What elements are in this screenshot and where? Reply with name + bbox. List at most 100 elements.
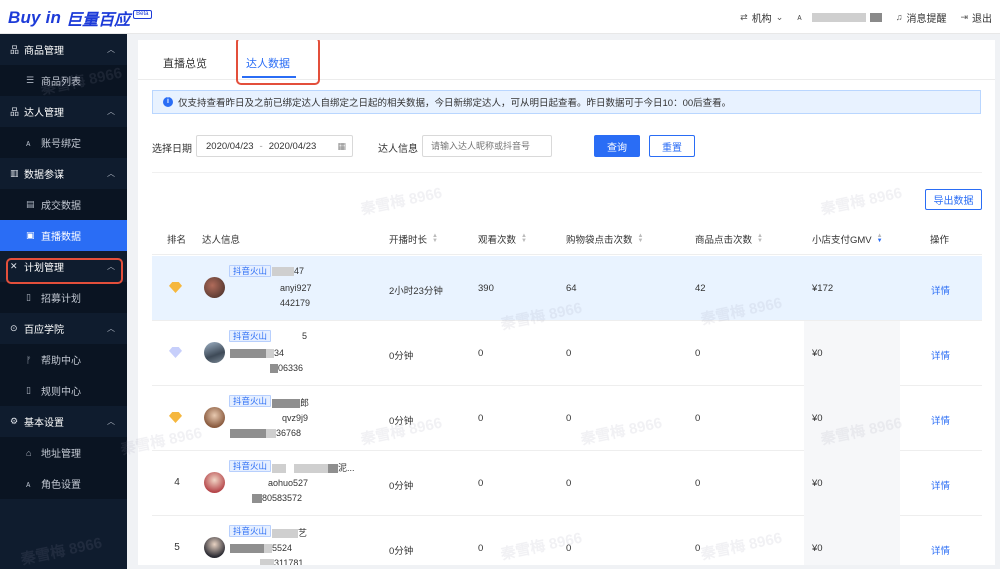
col-product-clicks[interactable]: 商品点击次数 ▲ ▼ [695, 232, 763, 246]
logo[interactable]: Buy in 巨量百应 Beta [8, 6, 152, 30]
sidebar-item-label: 地址管理 [41, 449, 81, 460]
chevron-up-icon: ︿ [107, 45, 115, 54]
sidebar-group-talents[interactable]: 品 达人管理 ︿ [0, 96, 127, 127]
gold-medal-icon [169, 282, 182, 293]
col-duration[interactable]: 开播时长 ▲ ▼ [389, 232, 438, 246]
table-row[interactable]: 5 抖音火山 艺 5524 311781 0分钟 0 0 0 ¥0 详情 [152, 516, 982, 565]
talent-name-text: 郎 [300, 398, 310, 408]
bag-clicks-cell: 64 [566, 283, 577, 294]
sidebar-item-roles[interactable]: ᴀ 角色设置 [0, 468, 127, 499]
user-account[interactable]: ᴀ [797, 12, 882, 22]
sidebar-item-account-binding[interactable]: ᴀ 账号绑定 [0, 127, 127, 158]
talent-name-text: 艺 [298, 528, 308, 538]
privacy-mask [266, 349, 274, 359]
tab-talent-data[interactable]: 达人数据 [246, 55, 290, 71]
detail-link[interactable]: 详情 [931, 543, 950, 557]
sidebar-item-recruit-plan[interactable]: ▯ 招募计划 [0, 282, 127, 313]
notify-link[interactable]: ♫ 消息提醒 [896, 10, 947, 25]
chevron-up-icon: ︿ [107, 324, 115, 333]
product-clicks-cell: 42 [695, 283, 706, 294]
talent-name: 47 [272, 266, 305, 277]
sidebar-group-settings[interactable]: ⚙ 基本设置 ︿ [0, 406, 127, 437]
sidebar-item-rule-center[interactable]: ▯ 规则中心 [0, 375, 127, 406]
logout-link[interactable]: ⇥ 退出 [960, 10, 992, 25]
export-button[interactable]: 导出数据 [925, 189, 982, 210]
bag-clicks-cell: 0 [566, 413, 572, 424]
tab-overview[interactable]: 直播总览 [163, 55, 207, 71]
detail-link[interactable]: 详情 [931, 348, 950, 362]
privacy-mask [266, 429, 276, 439]
notify-label: 消息提醒 [906, 13, 947, 25]
talent-id-text: 36768 [276, 428, 302, 438]
sidebar-group-data[interactable]: ▥ 数据参谋 ︿ [0, 158, 127, 189]
sidebar-item-label: 账号绑定 [41, 139, 81, 150]
info-notice: i 仅支持查看昨日及之前已绑定达人自绑定之日起的相关数据，今日新绑定达人，可从明… [152, 90, 981, 114]
calendar-icon: ▦ [337, 141, 346, 151]
main-content: 直播总览 达人数据 i 仅支持查看昨日及之前已绑定达人自绑定之日起的相关数据，今… [138, 40, 995, 565]
table-row[interactable]: 抖音火山 郎 qvz9j9 36768 0分钟 0 0 0 ¥0 详情 [152, 386, 982, 451]
sidebar-item-live-data[interactable]: ▣ 直播数据 [0, 220, 127, 251]
privacy-mask [286, 464, 294, 473]
talent-id-text: 06336 [278, 363, 304, 373]
talent-account: aohuo527 [230, 478, 308, 488]
col-label: 观看次数 [478, 235, 517, 246]
privacy-mask [260, 559, 274, 565]
privacy-mask [294, 464, 328, 474]
sidebar-group-label: 百应学院 [24, 325, 64, 336]
sidebar-group-plans[interactable]: ✕ 计划管理 ︿ [0, 251, 127, 282]
sort-icon: ▲ ▼ [521, 233, 527, 244]
col-gmv[interactable]: 小店支付GMV ▲ ▼ [812, 232, 883, 246]
info-label: 达人信息 [378, 144, 418, 155]
privacy-mask [230, 349, 266, 359]
product-clicks-cell: 0 [695, 478, 701, 489]
talent-id: 442179 [230, 298, 310, 308]
privacy-mask [230, 364, 270, 373]
table-row[interactable]: 抖音火山 47 anyi927 442179 2小时23分钟 390 64 42… [152, 256, 982, 321]
privacy-mask [230, 284, 280, 293]
talent-account-text: 5524 [272, 543, 293, 553]
list-icon: ☰ [26, 75, 35, 85]
privacy-mask [328, 464, 338, 474]
filter-bar: 选择日期 2020/04/23 - 2020/04/23 ▦ 达人信息 查询 重… [152, 135, 982, 157]
talent-id-text: 442179 [280, 298, 311, 308]
sidebar-item-product-list[interactable]: ☰ 商品列表 [0, 65, 127, 96]
privacy-mask [264, 544, 272, 554]
chevron-up-icon: ︿ [107, 417, 115, 426]
sidebar-item-deal-data[interactable]: ▤ 成交数据 [0, 189, 127, 220]
table-row[interactable]: 抖音火山 5 34 06336 0分钟 0 0 0 ¥0 详情 [152, 321, 982, 386]
sidebar-item-label: 直播数据 [41, 232, 81, 243]
bell-icon: ♫ [895, 12, 903, 22]
query-button[interactable]: 查询 [594, 135, 640, 157]
detail-link[interactable]: 详情 [931, 478, 950, 492]
sidebar-group-academy[interactable]: ⊙ 百应学院 ︿ [0, 313, 127, 344]
col-bag-clicks[interactable]: 购物袋点击次数 ▲ ▼ [566, 232, 643, 246]
detail-link[interactable]: 详情 [931, 283, 950, 297]
sidebar-group-label: 基本设置 [24, 418, 64, 429]
logo-text: Buy in [8, 8, 62, 27]
sidebar-group-products[interactable]: 品 商品管理 ︿ [0, 34, 127, 65]
col-views[interactable]: 观看次数 ▲ ▼ [478, 232, 527, 246]
info-icon: i [163, 97, 173, 107]
talent-account-text: aohuo527 [268, 478, 309, 488]
platform-tag: 抖音火山 [229, 265, 272, 277]
detail-link[interactable]: 详情 [931, 413, 950, 427]
talent-id: 311781 [230, 558, 303, 565]
privacy-mask [230, 494, 252, 503]
reset-button[interactable]: 重置 [649, 135, 695, 157]
org-switcher[interactable]: ⇄ 机构 ⌄ [740, 10, 783, 25]
views-cell: 0 [478, 348, 484, 359]
privacy-mask [230, 559, 260, 565]
sidebar-item-address[interactable]: ⌂ 地址管理 [0, 437, 127, 468]
document-icon: ▤ [26, 199, 35, 209]
table-row[interactable]: 4 抖音火山 泥... aohuo527 80583572 0分钟 0 0 0 … [152, 451, 982, 516]
date-range-picker[interactable]: 2020/04/23 - 2020/04/23 ▦ [196, 135, 353, 157]
talent-account: 5524 [230, 543, 293, 554]
divider [152, 172, 982, 173]
talent-id: 80583572 [230, 493, 302, 504]
book-icon: ▯ [26, 385, 31, 395]
sidebar-item-help-center[interactable]: ᚠ 帮助中心 [0, 344, 127, 375]
product-clicks-cell: 0 [695, 348, 701, 359]
product-icon: 品 [10, 45, 20, 55]
talent-search-input[interactable] [422, 135, 552, 157]
talent-name-text: 47 [294, 266, 305, 276]
